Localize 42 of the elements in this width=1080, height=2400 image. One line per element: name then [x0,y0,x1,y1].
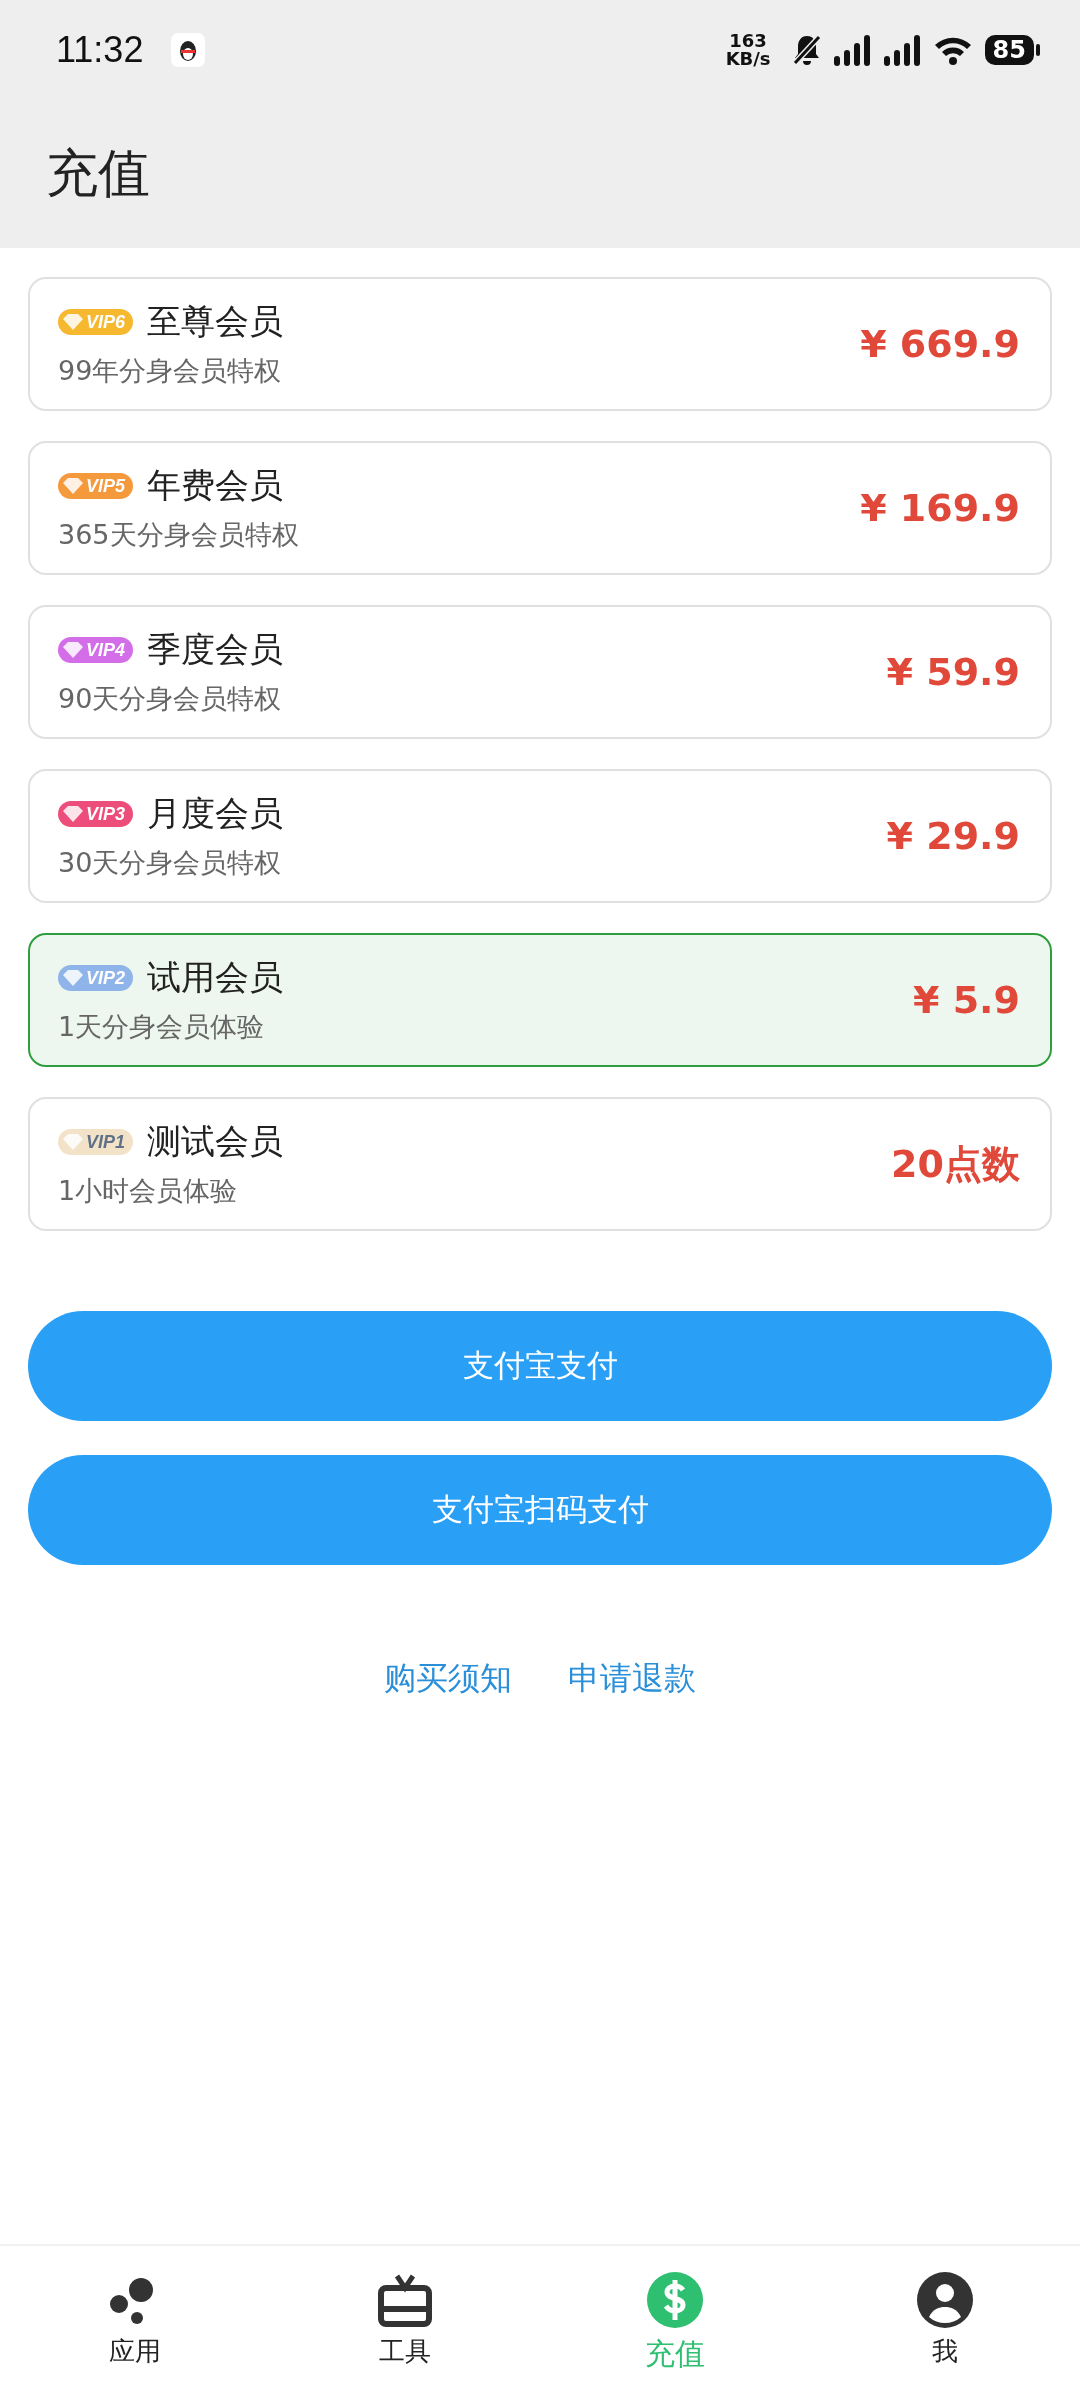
vip-badge: VIP5 [58,473,134,499]
plan-name: 季度会员 [147,628,284,671]
plan-card[interactable]: VIP4 季度会员 90天分身会员特权 ¥ 59.9 [28,605,1052,739]
network-speed: 163 [729,32,767,50]
plan-description: 1天分身会员体验 [58,1010,266,1044]
plan-price: ¥ 5.9 [913,978,1020,1022]
plan-name: 年费会员 [147,464,284,507]
plan-card[interactable]: VIP3 月度会员 30天分身会员特权 ¥ 29.9 [28,769,1052,903]
plan-name: 试用会员 [147,956,284,999]
vip-badge: VIP6 [58,309,134,335]
nav-tab[interactable]: 应用 [0,2246,270,2400]
battery-level: 85 [984,35,1034,65]
plan-price: ¥ 29.9 [886,814,1020,858]
status-time: 11:32 [56,29,144,71]
dollar-icon [645,2270,705,2330]
plan-price: 20点数 [891,1140,1020,1188]
signal-icon [882,34,923,66]
plan-name: 测试会员 [147,1120,284,1163]
nav-tab[interactable]: 我 [810,2246,1080,2400]
plan-card[interactable]: VIP5 年费会员 365天分身会员特权 ¥ 169.9 [28,441,1052,575]
vip-badge: VIP1 [58,1129,134,1155]
plan-description: 99年分身会员特权 [58,354,283,388]
plan-price: ¥ 169.9 [860,486,1020,530]
plan-card[interactable]: VIP1 测试会员 1小时会员体验 20点数 [28,1097,1052,1231]
plan-description: 90天分身会员特权 [58,682,283,716]
signal-icon [832,34,873,66]
plan-card[interactable]: VIP2 试用会员 1天分身会员体验 ¥ 5.9 [28,933,1052,1067]
vip-badge: VIP4 [58,637,134,663]
vip-badge: VIP2 [58,965,134,991]
plan-description: 1小时会员体验 [58,1174,239,1208]
page-title: 充值 [46,142,150,205]
user-icon [915,2270,975,2330]
vip-badge: VIP3 [58,801,134,827]
plan-description: 30天分身会员特权 [58,846,283,880]
plan-price: ¥ 59.9 [886,650,1020,694]
plan-name: 月度会员 [147,792,284,835]
plan-description: 365天分身会员特权 [58,518,300,552]
nav-tab[interactable]: 工具 [270,2246,540,2400]
network-unit: KB/s [725,50,771,68]
plan-name: 至尊会员 [147,300,284,343]
plan-price: ¥ 669.9 [860,322,1020,366]
plan-card[interactable]: VIP6 至尊会员 99年分身会员特权 ¥ 669.9 [28,277,1052,411]
